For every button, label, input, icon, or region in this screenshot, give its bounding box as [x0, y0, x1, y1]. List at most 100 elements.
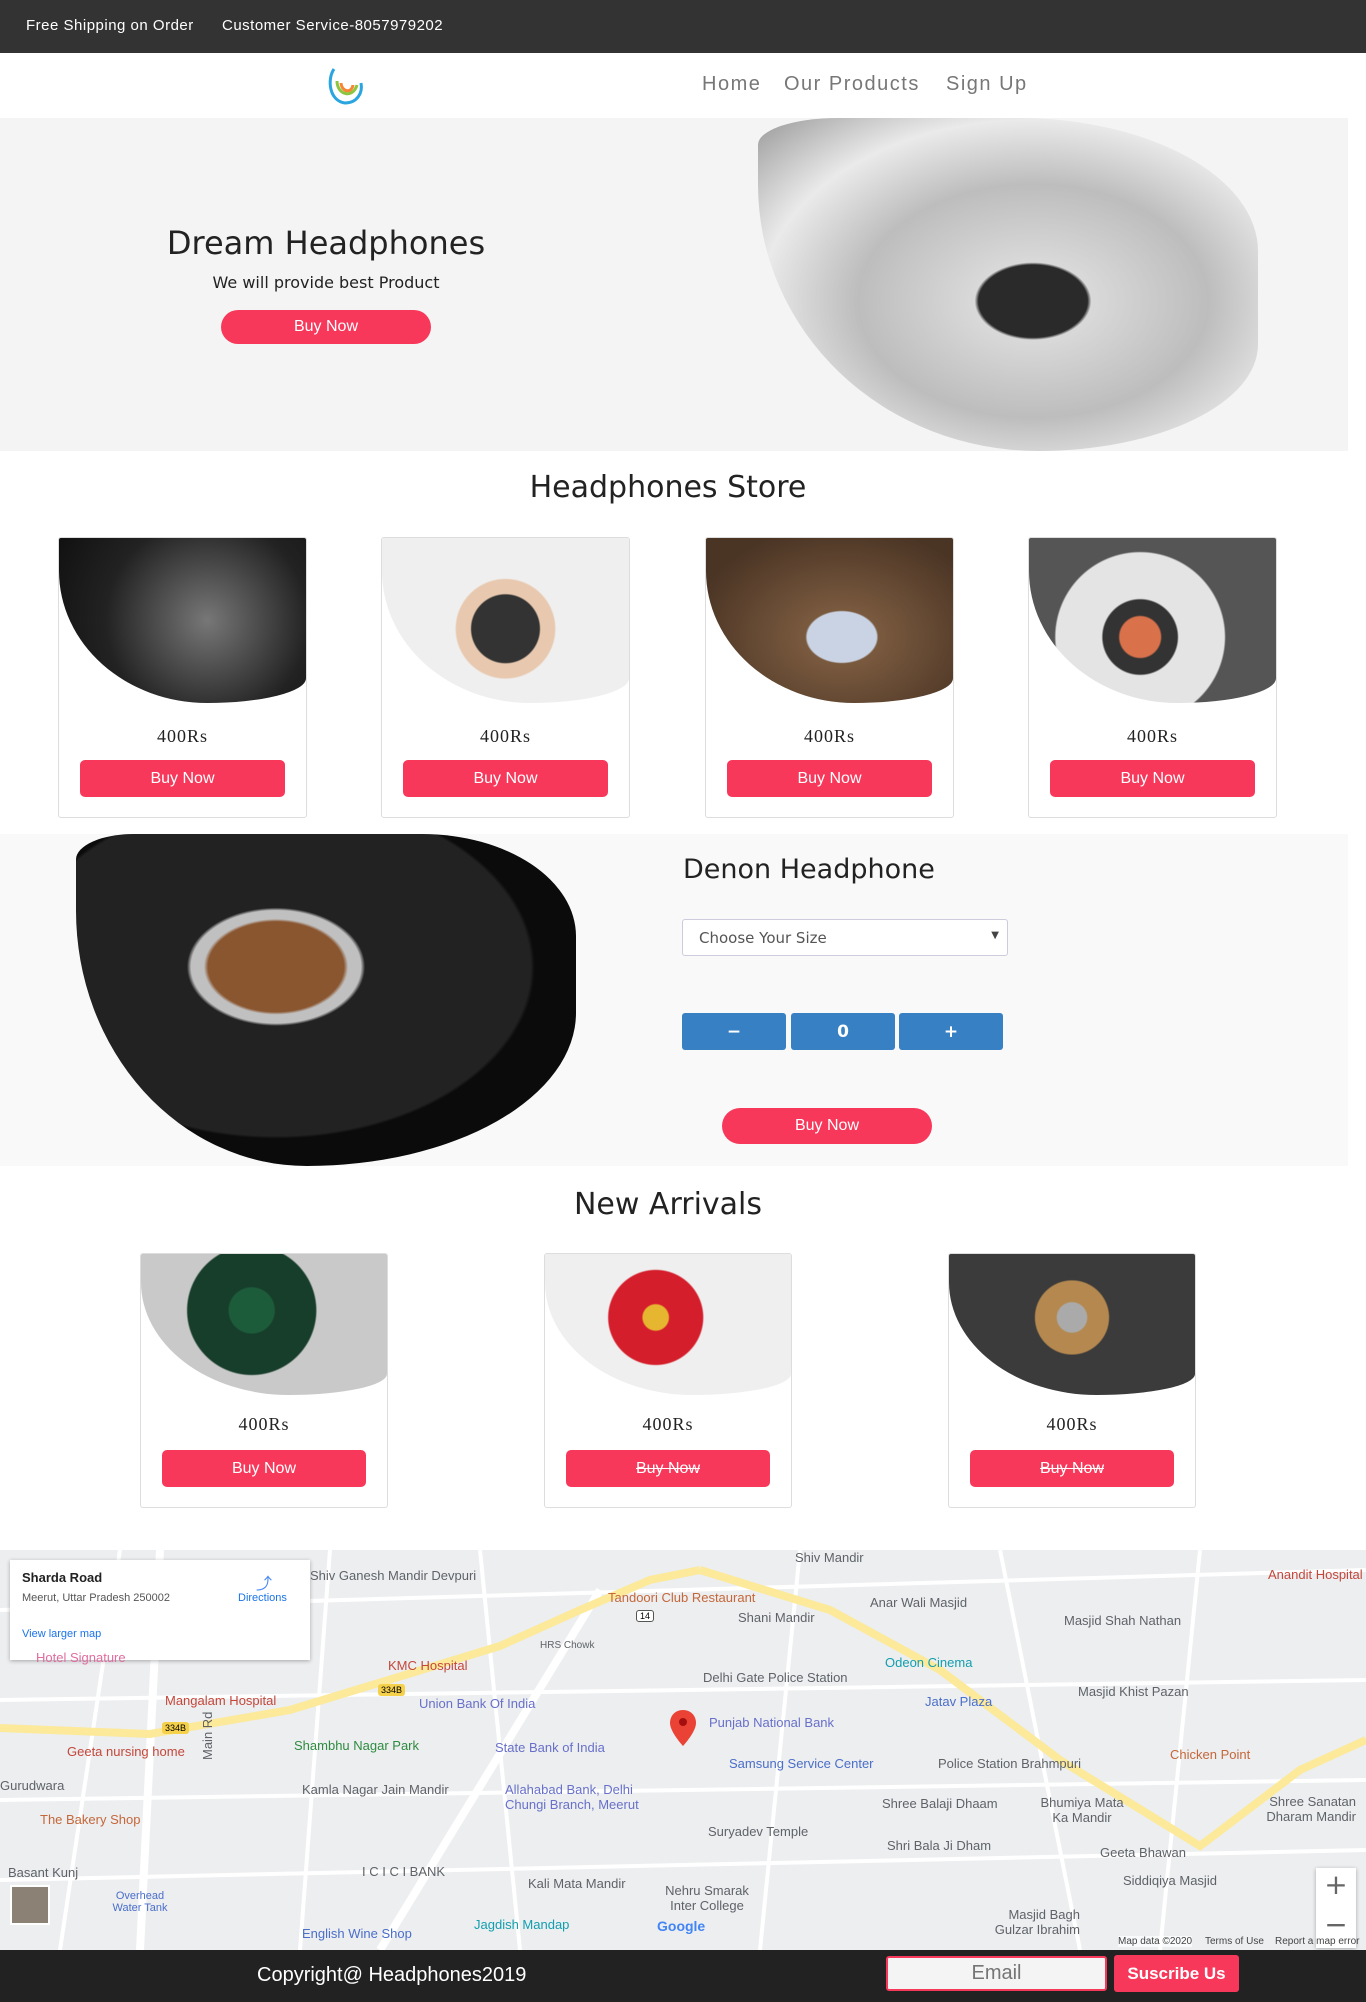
size-select[interactable]: Choose Your Size ▼: [682, 919, 1008, 956]
nav-home[interactable]: Home: [702, 73, 761, 96]
map-label: Kali Mata Mandir: [528, 1876, 626, 1891]
map-label: Nehru Smarak Inter College: [665, 1883, 749, 1913]
map-label: Samsung Service Center: [729, 1756, 874, 1771]
map-label: Anandit Hospital: [1268, 1567, 1363, 1582]
hero-buy-now-button[interactable]: Buy Now: [221, 310, 431, 344]
footer: Copyright@ Headphones2019 Suscribe Us: [0, 1950, 1366, 2002]
map-label: Punjab National Bank: [709, 1715, 835, 1730]
map-label: Shambhu Nagar Park: [294, 1738, 420, 1753]
map-label: Shiv Ganesh Mandir Devpuri: [310, 1568, 477, 1583]
map-label: Jagdish Mandap: [474, 1917, 570, 1932]
map-label: The Bakery Shop: [40, 1812, 141, 1827]
terms-of-use-link[interactable]: Terms of Use: [1205, 1936, 1264, 1947]
subscribe-button[interactable]: Suscribe Us: [1114, 1955, 1239, 1992]
map-label: Hotel Signature: [36, 1650, 126, 1665]
buy-now-button[interactable]: Buy Now: [1050, 760, 1255, 797]
map-label: Union Bank Of India: [419, 1696, 536, 1711]
directions-icon[interactable]: ⤴: [256, 1570, 272, 1594]
map-label: Shree Balaji Dhaam: [882, 1796, 998, 1811]
map-label: Bhumiya Mata Ka Mandir: [1040, 1795, 1124, 1825]
product-card: 400Rs Buy Now: [1028, 537, 1277, 818]
buy-now-button[interactable]: Buy Now: [727, 760, 932, 797]
map-label: I C I C I BANK: [362, 1864, 446, 1879]
map-label: Odeon Cinema: [885, 1655, 973, 1670]
denon-headphone-image: [76, 834, 576, 1166]
featured-product-section: Denon Headphone Choose Your Size ▼ − 0 +…: [0, 834, 1348, 1166]
product-image: [1029, 538, 1276, 703]
top-bar: Free Shipping on Order Customer Service-…: [0, 0, 1366, 53]
product-price: 400Rs: [156, 726, 208, 746]
map-label: English Wine Shop: [302, 1926, 412, 1941]
buy-now-button[interactable]: Buy Now: [80, 760, 285, 797]
zoom-in-button[interactable]: +: [1316, 1868, 1356, 1908]
product-image: [59, 538, 306, 703]
decrement-button[interactable]: −: [682, 1013, 786, 1050]
buy-now-button[interactable]: Buy Now: [970, 1450, 1174, 1487]
new-arrivals-title: New Arrivals: [573, 1187, 763, 1222]
chevron-down-icon: ▼: [991, 930, 999, 941]
hero-banner: Dream Headphones We will provide best Pr…: [0, 118, 1348, 451]
product-image: [706, 538, 953, 703]
arrival-price: 400Rs: [238, 1414, 290, 1434]
email-input[interactable]: [886, 1956, 1107, 1991]
map-label: Masjid Shah Nathan: [1064, 1613, 1182, 1628]
map-label: KMC Hospital: [388, 1658, 468, 1673]
hero-title: Dream Headphones: [166, 224, 486, 262]
map-label: Basant Kunj: [8, 1865, 79, 1880]
road-badge: 14: [636, 1610, 655, 1622]
map-label: Overhead Water Tank: [112, 1890, 168, 1914]
map-label: Tandoori Club Restaurant: [608, 1590, 756, 1605]
quantity-value: 0: [791, 1013, 895, 1050]
product-card: 400Rs Buy Now: [58, 537, 307, 818]
road-badge: 334B: [378, 1684, 406, 1696]
map-label: Gurudwara: [0, 1778, 65, 1793]
map-label: Masjid Bagh Gulzar Ibrahim: [994, 1907, 1080, 1937]
map-label: Allahabad Bank, Delhi Chungi Branch, Mee…: [505, 1782, 639, 1812]
map-label: Police Station Brahmpuri: [938, 1756, 1082, 1771]
map-label: Masjid Khist Pazan: [1078, 1684, 1189, 1699]
arrival-card: 400Rs Buy Now: [948, 1253, 1196, 1508]
nav-sign-up[interactable]: Sign Up: [946, 73, 1028, 96]
denon-buy-now-button[interactable]: Buy Now: [722, 1108, 932, 1144]
satellite-toggle[interactable]: [10, 1885, 50, 1925]
shipping-text: Free Shipping on Order: [26, 17, 194, 34]
map-data-text: Map data ©2020: [1118, 1936, 1193, 1947]
copyright-text: Copyright@ Headphones2019: [257, 1964, 527, 1986]
map-label: Suryadev Temple: [708, 1824, 809, 1839]
customer-service-text: Customer Service-8057979202: [222, 17, 444, 34]
arrival-image: [141, 1254, 387, 1395]
buy-now-button[interactable]: Buy Now: [162, 1450, 366, 1487]
arrival-price: 400Rs: [1046, 1414, 1098, 1434]
map-label: Main Rd: [200, 1711, 215, 1760]
size-select-value: Choose Your Size: [699, 929, 827, 947]
arrival-price: 400Rs: [642, 1414, 694, 1434]
map-label: Jatav Plaza: [925, 1694, 993, 1709]
map-label: Shree Sanatan Dharam Mandir: [1266, 1794, 1356, 1824]
product-price: 400Rs: [803, 726, 855, 746]
map-label: Shri Bala Ji Dham: [887, 1838, 992, 1853]
arrival-image: [545, 1254, 791, 1395]
product-card: 400Rs Buy Now: [705, 537, 954, 818]
map-label: Siddiqiya Masjid: [1123, 1873, 1217, 1888]
google-logo: Google: [657, 1918, 706, 1934]
denon-title: Denon Headphone: [683, 854, 935, 885]
location-pin-icon[interactable]: [670, 1710, 696, 1746]
report-map-error-link[interactable]: Report a map error: [1275, 1936, 1359, 1947]
view-larger-map-link[interactable]: View larger map: [22, 1628, 101, 1640]
arrival-image: [949, 1254, 1195, 1395]
buy-now-button[interactable]: Buy Now: [403, 760, 608, 797]
map-label: Mangalam Hospital: [165, 1693, 277, 1708]
map-label: Delhi Gate Police Station: [703, 1670, 848, 1685]
google-map[interactable]: Sharda Road Meerut, Uttar Pradesh 250002…: [0, 1550, 1366, 1950]
directions-link[interactable]: Directions: [238, 1592, 287, 1604]
nav-our-products[interactable]: Our Products: [784, 73, 920, 96]
hero-headphones-image: [758, 118, 1258, 451]
logo-icon[interactable]: [325, 65, 367, 109]
map-info-card: Sharda Road Meerut, Uttar Pradesh 250002…: [10, 1560, 310, 1660]
product-card: 400Rs Buy Now: [381, 537, 630, 818]
increment-button[interactable]: +: [899, 1013, 1003, 1050]
map-label: Shani Mandir: [738, 1610, 815, 1625]
buy-now-button[interactable]: Buy Now: [566, 1450, 770, 1487]
map-address: Meerut, Uttar Pradesh 250002: [22, 1592, 170, 1604]
map-label: Geeta nursing home: [67, 1744, 185, 1759]
